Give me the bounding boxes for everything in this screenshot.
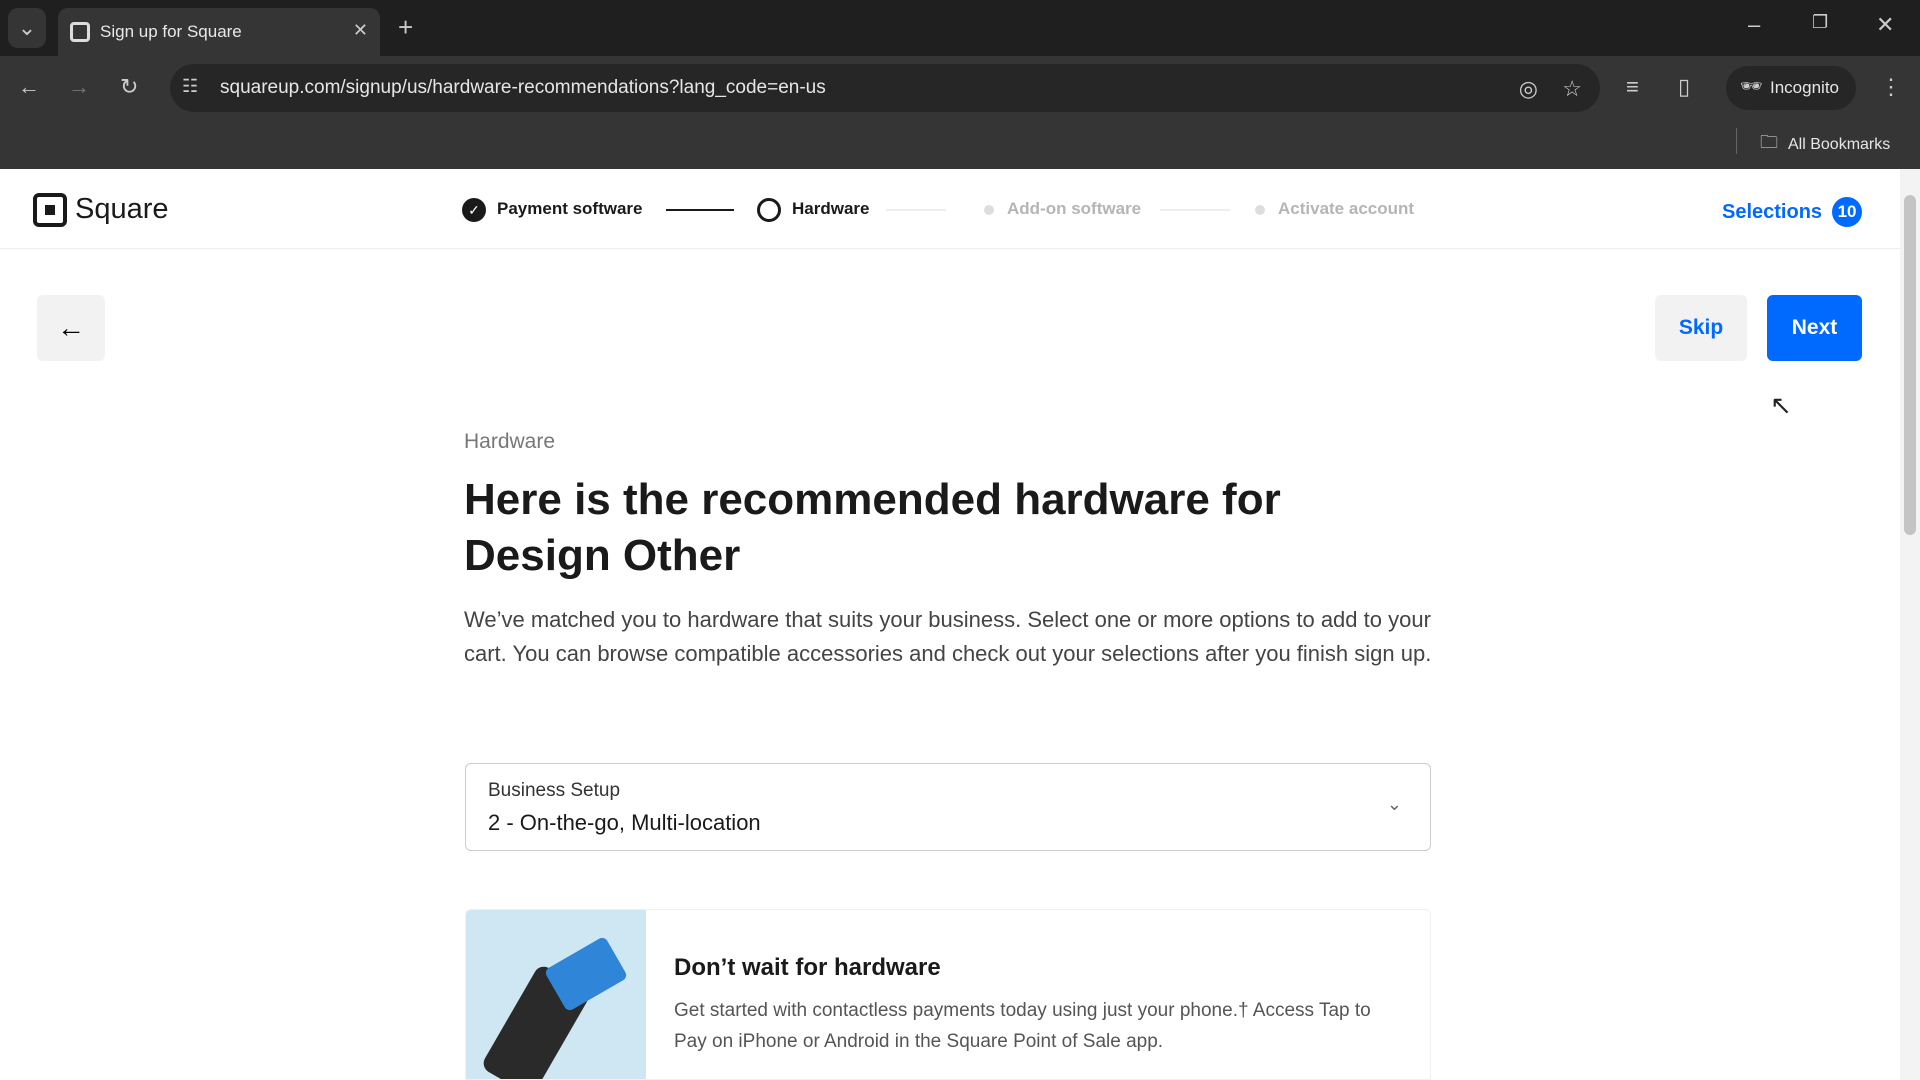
side-panel-icon[interactable]: ▯	[1678, 74, 1690, 100]
forward-nav-icon[interactable]: →	[68, 74, 90, 100]
square-favicon-icon	[70, 22, 90, 42]
step-hardware: Hardware	[792, 199, 870, 218]
all-bookmarks[interactable]: 🗀 All Bookmarks	[1760, 130, 1890, 160]
page-header	[0, 169, 1900, 249]
minimize-icon[interactable]: –	[1748, 12, 1760, 38]
bookmark-star-icon[interactable]: ☆	[1562, 76, 1582, 102]
check-icon: ✓	[462, 198, 486, 222]
bookmarks-label: All Bookmarks	[1788, 136, 1891, 153]
tap-to-pay-image	[466, 910, 646, 1079]
step-dot-icon	[1255, 205, 1265, 215]
mouse-cursor-icon: ↖	[1770, 390, 1792, 420]
close-tab-icon[interactable]: ✕	[353, 20, 368, 41]
chevron-down-icon: ⌄	[1386, 794, 1402, 814]
new-tab-icon[interactable]: +	[398, 12, 413, 43]
tab-search-icon[interactable]: ⌄	[8, 8, 46, 48]
step-connector	[666, 209, 734, 211]
incognito-badge[interactable]: 🕶 Incognito	[1726, 66, 1856, 110]
select-label: Business Setup	[488, 780, 621, 801]
section-eyebrow: Hardware	[464, 430, 556, 453]
address-bar[interactable]: ☷ squareup.com/signup/us/hardware-recomm…	[170, 64, 1600, 112]
scrollbar-thumb[interactable]	[1904, 195, 1916, 535]
page-title: Here is the recommended hardware for Des…	[464, 475, 1281, 580]
close-window-icon[interactable]: ✕	[1876, 12, 1894, 38]
page-description: We’ve matched you to hardware that suits…	[464, 607, 1432, 666]
browser-tab[interactable]: Sign up for Square ✕	[58, 8, 380, 56]
back-button[interactable]: ←	[37, 295, 105, 361]
select-value: 2 - On-the-go, Multi-location	[488, 810, 761, 835]
next-button[interactable]: Next	[1767, 295, 1862, 361]
media-icon[interactable]: ≡	[1626, 74, 1639, 100]
current-step-circle-icon	[757, 198, 781, 222]
reload-icon[interactable]: ↻	[120, 74, 138, 100]
selections-count-badge: 10	[1832, 197, 1863, 227]
step-add-on-software: Add-on software	[1007, 199, 1142, 218]
step-dot-icon	[984, 205, 994, 215]
selections-label: Selections	[1722, 200, 1823, 223]
incognito-icon: 🕶	[1740, 76, 1763, 96]
tracking-eye-icon[interactable]: ◎	[1519, 76, 1538, 102]
business-setup-select[interactable]: Business Setup 2 - On-the-go, Multi-loca…	[465, 763, 1431, 851]
back-nav-icon[interactable]: ←	[18, 74, 40, 100]
card-title: Don’t wait for hardware	[674, 954, 941, 981]
scrollbar[interactable]	[1900, 169, 1920, 1080]
menu-icon[interactable]: ⋮	[1880, 74, 1902, 100]
tab-title: Sign up for Square	[100, 22, 242, 41]
square-logo-icon	[33, 193, 67, 227]
selections-button[interactable]: Selections 10	[1722, 197, 1863, 227]
tap-to-pay-card[interactable]: Don’t wait for hardware Get started with…	[465, 909, 1431, 1080]
brand-name: Square	[75, 193, 169, 225]
restore-icon[interactable]: ❐	[1812, 12, 1828, 33]
step-connector	[1160, 209, 1230, 211]
site-info-icon[interactable]: ☷	[182, 76, 198, 97]
divider	[1736, 128, 1737, 154]
skip-button[interactable]: Skip	[1655, 295, 1747, 361]
step-payment-software: Payment software	[497, 199, 643, 218]
profile-label: Incognito	[1770, 78, 1839, 97]
arrow-left-icon: ←	[57, 312, 85, 343]
url-text: squareup.com/signup/us/hardware-recommen…	[220, 77, 826, 98]
card-text: Get started with contactless payments to…	[674, 1000, 1371, 1052]
step-connector	[886, 209, 946, 211]
folder-icon: 🗀	[1760, 132, 1778, 152]
step-activate-account: Activate account	[1278, 199, 1415, 218]
